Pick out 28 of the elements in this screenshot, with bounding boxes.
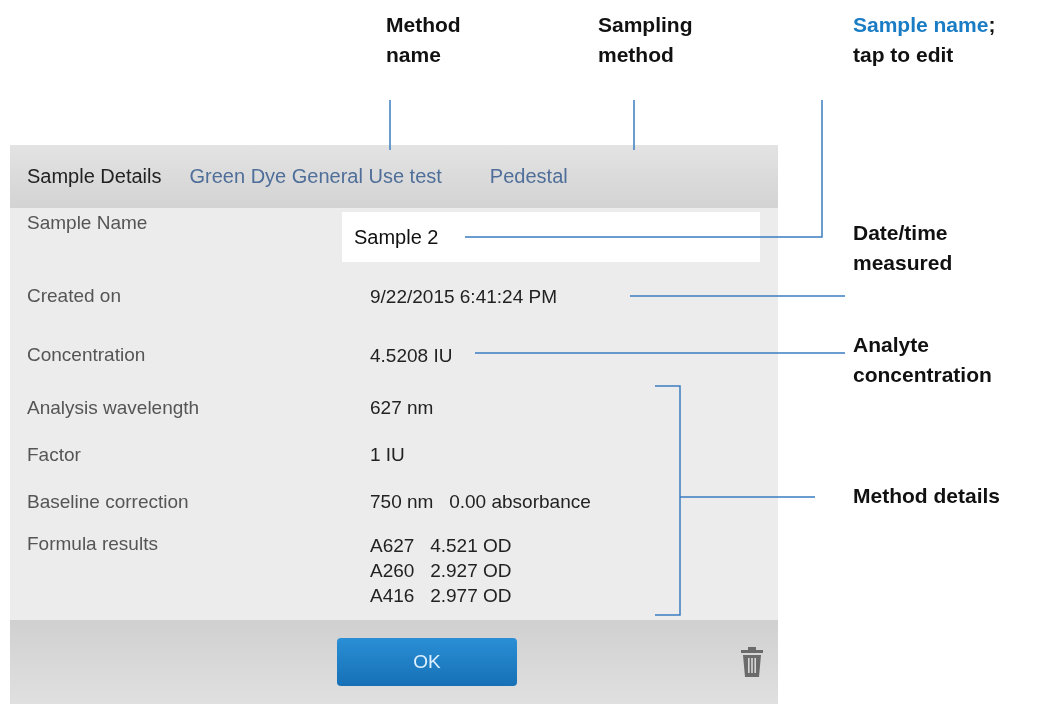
field-value: A627 4.521 OD [370, 534, 512, 558]
field-value: 4.5208 IU [370, 343, 453, 368]
field-label: Sample Name [27, 212, 149, 234]
trash-icon[interactable] [740, 647, 764, 677]
field-label: Formula results [27, 533, 159, 555]
field-label: Created on [27, 285, 122, 307]
callout-label: Analyte concentration [853, 332, 993, 388]
ok-button[interactable]: OK [337, 638, 517, 686]
sample-name-field[interactable]: Sample 2 [342, 212, 760, 262]
method-name: Green Dye General Use test [189, 165, 442, 188]
callout-label: Date/time measured [853, 220, 954, 276]
field-value: A260 2.927 OD [370, 559, 512, 583]
callout-label: Sampling method [598, 12, 694, 68]
screen-title: Sample Details [27, 165, 162, 188]
field-value: 1 IU [370, 443, 405, 467]
field-value: 627 nm [370, 396, 434, 420]
sampling-method: Pedestal [489, 165, 568, 188]
field-label: Analysis wavelength [27, 396, 201, 419]
field-value: A416 2.977 OD [370, 584, 512, 608]
field-label: Concentration [27, 344, 147, 366]
field-value: 9/22/2015 6:41:24 PM [370, 284, 557, 309]
field-value: 750 nm 0.00 absorbance [370, 490, 591, 514]
field-label: Baseline correction [27, 490, 190, 513]
leader-line [389, 99, 391, 151]
callout-label: Method details [853, 483, 1001, 509]
callout-label: Sample name; tap to edit [853, 12, 997, 68]
field-label: Factor [27, 443, 82, 466]
callout-label: Method name [386, 12, 462, 68]
